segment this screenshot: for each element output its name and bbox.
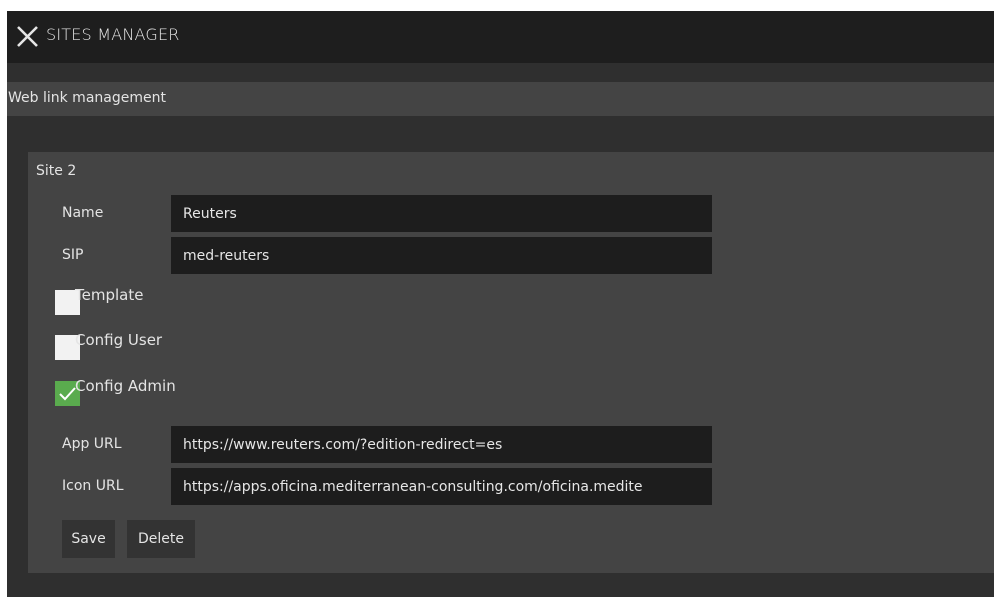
site-title: Site 2 xyxy=(36,163,77,179)
icon-url-field[interactable] xyxy=(171,468,712,505)
sites-manager-window: SITES MANAGER Web link management Site 2… xyxy=(7,11,994,597)
app-url-label: App URL xyxy=(62,436,122,452)
close-x-icon xyxy=(17,26,38,47)
icon-url-label: Icon URL xyxy=(62,478,124,494)
site-panel: Site 2 Name SIP Template Config User Con… xyxy=(28,152,994,573)
save-button[interactable]: Save xyxy=(62,520,115,558)
app-url-field[interactable] xyxy=(171,426,712,463)
sip-label: SIP xyxy=(62,247,84,263)
section-header: Web link management xyxy=(7,82,994,116)
delete-button[interactable]: Delete xyxy=(127,520,195,558)
sip-field[interactable] xyxy=(171,237,712,274)
template-checkbox-label: Template xyxy=(75,286,144,304)
name-label: Name xyxy=(62,205,104,221)
config-admin-checkbox-label: Config Admin xyxy=(75,377,176,395)
window-title: SITES MANAGER xyxy=(46,25,180,44)
section-header-label: Web link management xyxy=(8,90,166,106)
config-user-checkbox-label: Config User xyxy=(75,331,163,349)
close-button[interactable] xyxy=(14,23,42,51)
name-field[interactable] xyxy=(171,195,712,232)
titlebar: SITES MANAGER xyxy=(7,11,994,63)
